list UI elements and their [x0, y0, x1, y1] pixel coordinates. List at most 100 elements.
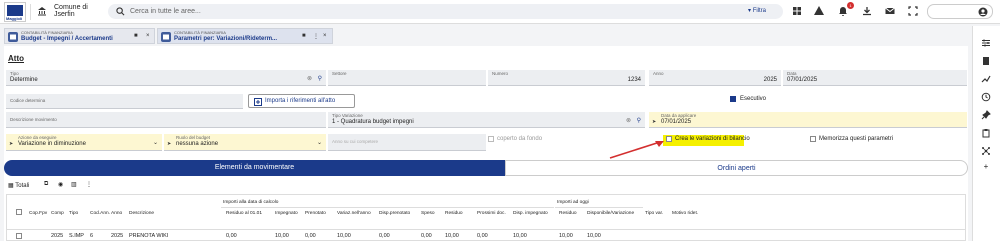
tab-parametri[interactable]: CONTABILITÀ FINANZIARIA Parametri per: V…	[157, 28, 333, 44]
clipboard-icon[interactable]	[981, 128, 991, 138]
esecutivo-checkbox[interactable]	[730, 96, 736, 102]
column-header[interactable]: Prenotato	[305, 211, 326, 216]
tipo-field[interactable]: Tipo Determine ⊗ ⚲	[6, 70, 326, 86]
user-menu[interactable]	[927, 4, 993, 19]
row-checkbox[interactable]	[16, 233, 22, 239]
top-bar: Maggioli Comune di Jserfin Cerca in tutt…	[0, 0, 1000, 24]
eye-icon[interactable]: ◉	[58, 181, 63, 188]
data-grid: Importi alla data di calcolo Importi ad …	[6, 194, 966, 241]
numero-field[interactable]: Numero 1234	[488, 70, 645, 86]
table-cell: 0,00	[305, 233, 316, 239]
column-header[interactable]: Motivo ridet.	[672, 211, 698, 216]
fullscreen-icon[interactable]	[907, 5, 919, 17]
column-header[interactable]: Tipo var.	[645, 211, 663, 216]
column-header[interactable]: Disp.prenotato	[379, 211, 410, 216]
more-icon[interactable]: ⋮	[313, 33, 319, 40]
columns-icon[interactable]: ▥	[71, 181, 77, 188]
ruolo-select[interactable]: ➤ Ruolo del budget nessuna azione ⌄	[164, 134, 326, 151]
app-icon	[8, 32, 18, 42]
anno-competenza-field[interactable]: Anno su cui competere	[328, 134, 486, 151]
download-icon[interactable]	[861, 5, 873, 17]
column-header[interactable]: Variaz.nell'anno	[337, 211, 371, 216]
column-header[interactable]: Cod.Ann.	[90, 211, 110, 216]
column-header[interactable]: Descrizione	[129, 211, 154, 216]
copy-icon[interactable]: ⧉	[44, 181, 48, 188]
bank-icon	[38, 7, 46, 16]
column-header[interactable]: Residuo	[559, 211, 577, 216]
data-applicare-field[interactable]: ➤ Data da applicare 07/01/2025	[649, 112, 967, 128]
table-cell: 10,00	[587, 233, 601, 239]
table-cell: S.IMP	[69, 233, 84, 239]
table-cell: 10,00	[337, 233, 351, 239]
search-bar[interactable]: Cerca in tutte le aree...	[108, 4, 783, 19]
column-header[interactable]: Prossimi doc.	[477, 211, 506, 216]
table-cell: 0,00	[226, 233, 237, 239]
chart-icon[interactable]	[981, 74, 991, 84]
search-icon[interactable]: ⚲	[637, 117, 641, 124]
logo[interactable]: Maggioli	[4, 2, 26, 22]
pin-icon[interactable]: ■	[302, 33, 306, 39]
column-header[interactable]: Residuo al 01.01	[226, 211, 262, 216]
search-icon[interactable]: ⚲	[318, 75, 322, 82]
column-header[interactable]: Residuo	[445, 211, 463, 216]
table-cell: 2025	[111, 233, 124, 239]
select-all-checkbox[interactable]	[16, 209, 22, 215]
column-header[interactable]: Anno	[111, 211, 122, 216]
table-cell: 10,00	[559, 233, 573, 239]
memorizza-checkbox[interactable]	[810, 136, 816, 142]
tipo-variazione-field[interactable]: Tipo Variazione 1 - Quadratura budget im…	[328, 112, 645, 128]
table-cell: 0,00	[379, 233, 390, 239]
importa-button[interactable]: Importa i riferimenti all'atto	[248, 94, 355, 108]
column-header[interactable]: Disponibile/Variazione	[587, 211, 634, 216]
tab-ordini[interactable]: Ordini aperti	[505, 160, 968, 176]
table-cell: 0,00	[477, 233, 488, 239]
tab-budget[interactable]: CONTABILITÀ FINANZIARIA Budget - Impegni…	[4, 28, 155, 44]
warning-icon[interactable]	[813, 5, 825, 17]
chevron-down-icon: ⌄	[152, 140, 158, 146]
column-header[interactable]: Impegnato	[275, 211, 298, 216]
clear-icon[interactable]: ⊗	[307, 75, 312, 82]
pin-icon[interactable]	[981, 110, 991, 120]
pin-icon[interactable]: ■	[134, 33, 138, 39]
crea-variazioni-checkbox[interactable]	[666, 136, 672, 142]
history-icon[interactable]	[981, 92, 991, 102]
data-field[interactable]: Data 07/01/2025	[783, 70, 967, 86]
table-cell: 10,00	[445, 233, 459, 239]
totali-button[interactable]: ▦ Totali	[8, 182, 29, 189]
settore-field[interactable]: Settore	[328, 70, 486, 86]
grid-icon[interactable]	[791, 5, 803, 17]
clear-icon[interactable]: ⊗	[626, 117, 631, 124]
mail-icon[interactable]	[884, 5, 896, 17]
chevron-down-icon: ⌄	[316, 140, 322, 146]
column-header[interactable]: Comp	[51, 211, 64, 216]
search-input[interactable]: Cerca in tutte le aree...	[130, 8, 201, 15]
required-marker-icon: ➤	[9, 141, 14, 147]
descrizione-field[interactable]: Descrizione movimento	[6, 112, 326, 128]
column-header[interactable]: Disp. impegnato	[513, 211, 548, 216]
table-cell: 2025	[51, 233, 64, 239]
more-icon[interactable]: ⋮	[86, 181, 92, 188]
coperto-fondo-checkbox[interactable]	[488, 136, 494, 142]
add-icon[interactable]: +	[981, 162, 991, 172]
table-cell: 10,00	[513, 233, 527, 239]
sliders-icon[interactable]	[981, 38, 991, 48]
book-icon[interactable]	[981, 56, 991, 66]
required-marker-icon: ➤	[167, 141, 172, 147]
main-panel: Atto Tipo Determine ⊗ ⚲ Settore Numero 1…	[4, 46, 968, 241]
close-icon[interactable]: ×	[146, 33, 150, 39]
codice-determina-field[interactable]: Codice determina	[6, 94, 243, 109]
table-cell: 6	[90, 233, 94, 239]
column-header[interactable]: Cop.Fpv	[29, 211, 47, 216]
column-header[interactable]: Tipo	[69, 211, 78, 216]
notification-badge: 1	[847, 2, 854, 9]
annotation-arrow-icon	[609, 141, 664, 159]
tab-elementi[interactable]: Elementi da movimentare	[4, 160, 505, 176]
column-header[interactable]: Speso	[421, 211, 435, 216]
anno-field[interactable]: Anno 2025	[649, 70, 781, 86]
close-icon[interactable]: ×	[323, 33, 327, 39]
azione-select[interactable]: ➤ Azione da eseguire Variazione in dimin…	[6, 134, 162, 151]
filtra-button[interactable]: ▾ Filtra	[748, 7, 766, 14]
network-icon[interactable]	[981, 146, 991, 156]
right-sidebar: +	[972, 26, 1000, 241]
grid-toolbar: ▦ Totali ⧉ ◉ ▥ ⋮	[8, 180, 208, 192]
